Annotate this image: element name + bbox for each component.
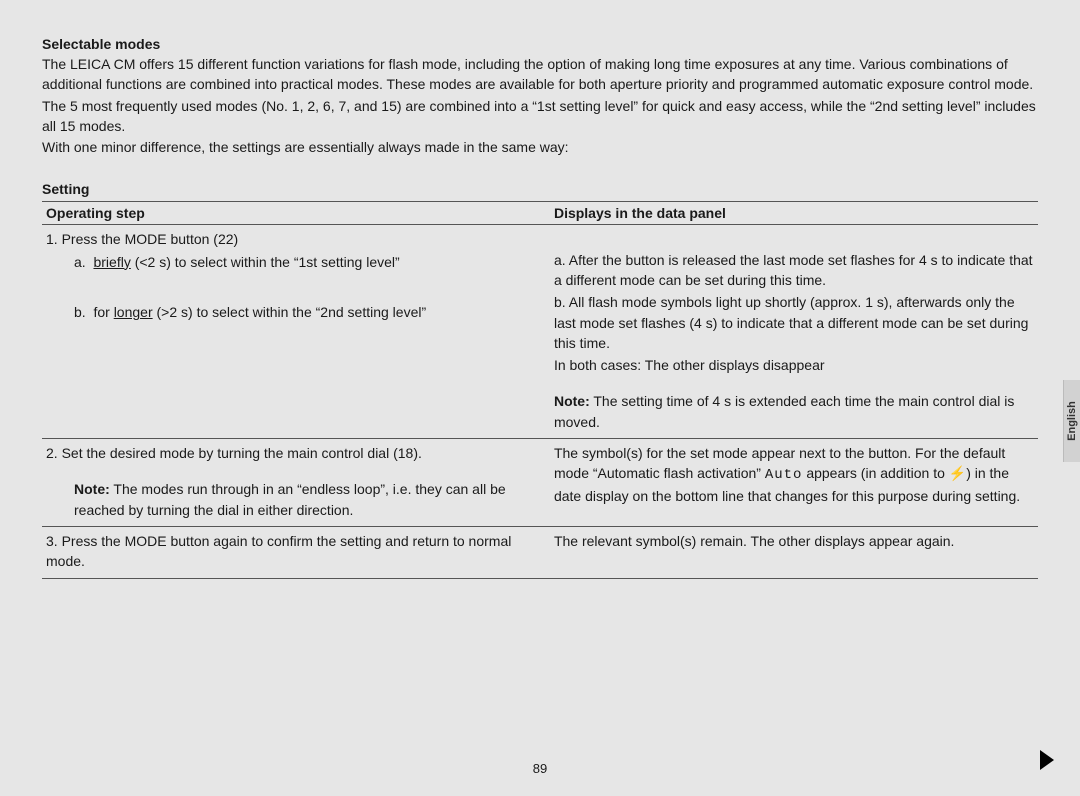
step-2-note: Note: The modes run through in an “endle… — [46, 479, 546, 520]
display-1b: b. All flash mode symbols light up short… — [554, 292, 1034, 353]
step-1-head: 1. Press the MODE button (22) — [46, 229, 546, 249]
table-row: 1. Press the MODE button (22) a. briefly… — [42, 225, 1038, 439]
intro-paragraph-1: The LEICA CM offers 15 different functio… — [42, 54, 1038, 95]
page-number: 89 — [0, 761, 1080, 776]
flash-icon: ⚡ — [949, 465, 966, 481]
section-title-selectable-modes: Selectable modes — [42, 36, 1038, 52]
display-1a: a. After the button is released the last… — [554, 250, 1034, 291]
table-row: 3. Press the MODE button again to confir… — [42, 526, 1038, 578]
display-2: The symbol(s) for the set mode appear ne… — [554, 443, 1034, 506]
table-row: 2. Set the desired mode by turning the m… — [42, 439, 1038, 527]
next-page-arrow-icon[interactable] — [1040, 750, 1054, 770]
step-3-head: 3. Press the MODE button again to confir… — [46, 531, 546, 572]
step-2-head: 2. Set the desired mode by turning the m… — [46, 443, 546, 463]
language-tab-english[interactable]: English — [1063, 380, 1080, 462]
lcd-auto-symbol: Auto — [765, 467, 803, 483]
display-3: The relevant symbol(s) remain. The other… — [554, 531, 1034, 551]
col-header-displays: Displays in the data panel — [550, 202, 1038, 225]
col-header-operating-step: Operating step — [42, 202, 550, 225]
setting-table: Operating step Displays in the data pane… — [42, 201, 1038, 578]
step-1b: b. for longer (>2 s) to select within th… — [46, 302, 546, 322]
intro-paragraph-3: With one minor difference, the settings … — [42, 137, 1038, 157]
display-1-both: In both cases: The other displays disapp… — [554, 355, 1034, 375]
display-1-note: Note: The setting time of 4 s is extende… — [554, 391, 1034, 432]
step-1a: a. briefly (<2 s) to select within the “… — [46, 252, 546, 272]
language-tab-label: English — [1066, 401, 1078, 441]
intro-paragraph-2: The 5 most frequently used modes (No. 1,… — [42, 96, 1038, 137]
setting-heading: Setting — [42, 181, 1038, 197]
